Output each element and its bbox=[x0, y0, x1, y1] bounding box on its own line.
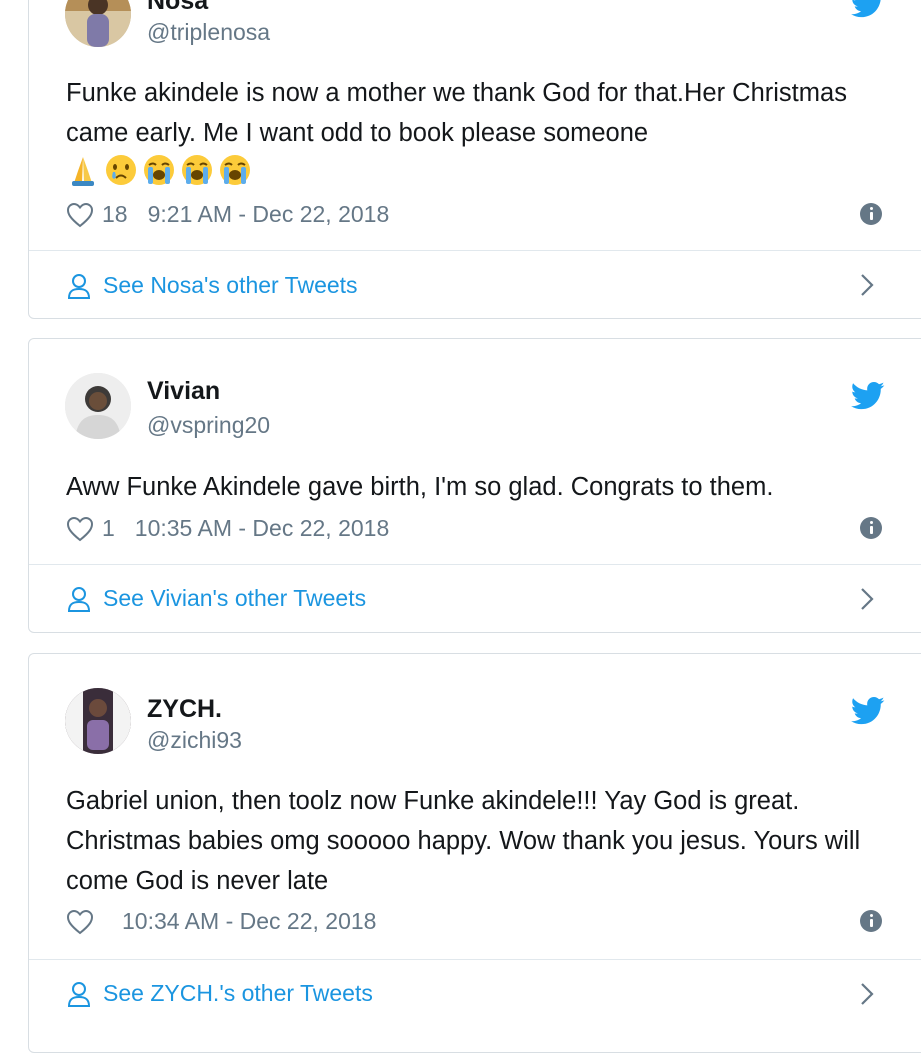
heart-icon[interactable] bbox=[66, 516, 94, 542]
tweet-timestamp[interactable]: 10:35 AM - Dec 22, 2018 bbox=[135, 515, 389, 542]
info-icon[interactable] bbox=[860, 517, 882, 539]
see-other-tweets-label[interactable]: See ZYCH.'s other Tweets bbox=[103, 980, 373, 1007]
chevron-right-icon[interactable] bbox=[859, 982, 875, 1006]
person-icon bbox=[67, 981, 91, 1007]
loudly-crying-face-icon bbox=[220, 155, 250, 185]
twitter-bird-icon[interactable] bbox=[851, 381, 885, 411]
chevron-right-icon[interactable] bbox=[859, 587, 875, 611]
avatar[interactable] bbox=[65, 688, 131, 754]
tweet-meta: 1 10:35 AM - Dec 22, 2018 bbox=[66, 515, 389, 542]
see-other-tweets-link[interactable]: See ZYCH.'s other Tweets bbox=[67, 980, 373, 1007]
divider bbox=[29, 564, 921, 565]
tweet-text: Funke akindele is now a mother we thank … bbox=[66, 73, 896, 193]
see-other-tweets-label[interactable]: See Nosa's other Tweets bbox=[103, 272, 358, 299]
heart-icon[interactable] bbox=[66, 202, 94, 228]
author-name[interactable]: ZYCH. bbox=[147, 695, 222, 724]
tweet-card: ZYCH. @zichi93 Gabriel union, then toolz… bbox=[28, 653, 921, 1053]
crying-face-icon bbox=[106, 155, 136, 185]
author-handle[interactable]: @vspring20 bbox=[147, 412, 270, 439]
like-count[interactable]: 1 bbox=[102, 515, 115, 542]
tweet-timestamp[interactable]: 10:34 AM - Dec 22, 2018 bbox=[122, 908, 376, 935]
see-other-tweets-link[interactable]: See Vivian's other Tweets bbox=[67, 585, 366, 612]
tweet-card: Vivian @vspring20 Aww Funke Akindele gav… bbox=[28, 338, 921, 633]
tweet-card: Nosa @triplenosa Funke akindele is now a… bbox=[28, 0, 921, 319]
tweet-timestamp[interactable]: 9:21 AM - Dec 22, 2018 bbox=[148, 201, 390, 228]
see-other-tweets-label[interactable]: See Vivian's other Tweets bbox=[103, 585, 366, 612]
person-icon bbox=[67, 273, 91, 299]
twitter-bird-icon[interactable] bbox=[851, 696, 885, 726]
like-count[interactable]: 18 bbox=[102, 201, 128, 228]
divider bbox=[29, 250, 921, 251]
person-icon bbox=[67, 586, 91, 612]
tweet-meta: 18 9:21 AM - Dec 22, 2018 bbox=[66, 201, 389, 228]
author-name[interactable]: Vivian bbox=[147, 377, 220, 406]
loudly-crying-face-icon bbox=[182, 155, 212, 185]
chevron-right-icon[interactable] bbox=[859, 273, 875, 297]
see-other-tweets-link[interactable]: See Nosa's other Tweets bbox=[67, 272, 358, 299]
tweet-text-content: Funke akindele is now a mother we thank … bbox=[66, 79, 847, 147]
tweet-text: Aww Funke Akindele gave birth, I'm so gl… bbox=[66, 473, 774, 501]
author-handle[interactable]: @zichi93 bbox=[147, 727, 242, 754]
divider bbox=[29, 959, 921, 960]
avatar[interactable] bbox=[65, 373, 131, 439]
info-icon[interactable] bbox=[860, 203, 882, 225]
heart-icon[interactable] bbox=[66, 909, 94, 935]
tweet-text: Gabriel union, then toolz now Funke akin… bbox=[66, 787, 861, 895]
author-handle[interactable]: @triplenosa bbox=[147, 19, 270, 46]
twitter-bird-icon[interactable] bbox=[851, 0, 885, 19]
folded-hands-icon bbox=[72, 157, 94, 186]
loudly-crying-face-icon bbox=[144, 155, 174, 185]
info-icon[interactable] bbox=[860, 910, 882, 932]
author-name[interactable]: Nosa bbox=[147, 0, 208, 16]
avatar[interactable] bbox=[65, 0, 131, 47]
tweet-meta: 10:34 AM - Dec 22, 2018 bbox=[66, 908, 376, 935]
